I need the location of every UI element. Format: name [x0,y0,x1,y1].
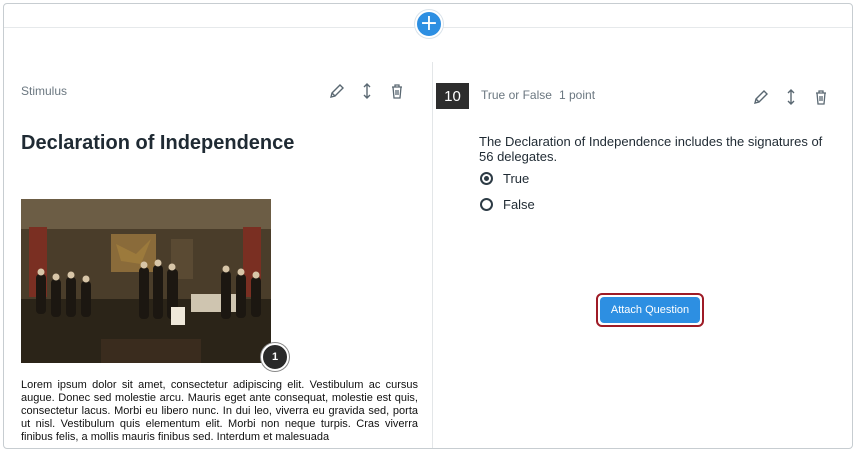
question-points-label: 1 point [559,88,596,102]
radio-selected[interactable] [480,172,493,185]
step-number-badge: 1 [261,343,289,371]
question-number-badge: 10 [436,83,469,109]
move-arrows-icon[interactable] [782,88,800,106]
stimulus-label: Stimulus [21,84,68,98]
question-text: The Declaration of Independence includes… [479,134,823,164]
declaration-painting-image [21,199,271,363]
move-arrows-icon[interactable] [358,82,376,100]
add-icon[interactable]: + [415,10,443,38]
stimulus-title: Declaration of Independence [21,132,295,154]
pane-divider [432,62,433,448]
attach-question-highlight: Attach Question [596,293,704,327]
question-tools [752,88,830,106]
quiz-editor-frame: Stimulus Declaration of Independence 1 L… [3,3,853,449]
attach-question-button[interactable]: Attach Question [600,297,700,323]
edit-pencil-icon[interactable] [328,82,346,100]
stimulus-body-text: Lorem ipsum dolor sit amet, consectetur … [21,379,418,443]
stimulus-pane: Stimulus Declaration of Independence 1 L… [4,4,432,448]
option-false[interactable]: False [480,197,535,212]
radio-unselected[interactable] [480,198,493,211]
trash-icon[interactable] [812,88,830,106]
option-label: True [503,171,530,186]
trash-icon[interactable] [388,82,406,100]
question-type-label: True or False [481,88,552,102]
option-true[interactable]: True [480,171,529,186]
stimulus-tools [328,82,406,100]
option-label: False [503,197,535,212]
edit-pencil-icon[interactable] [752,88,770,106]
